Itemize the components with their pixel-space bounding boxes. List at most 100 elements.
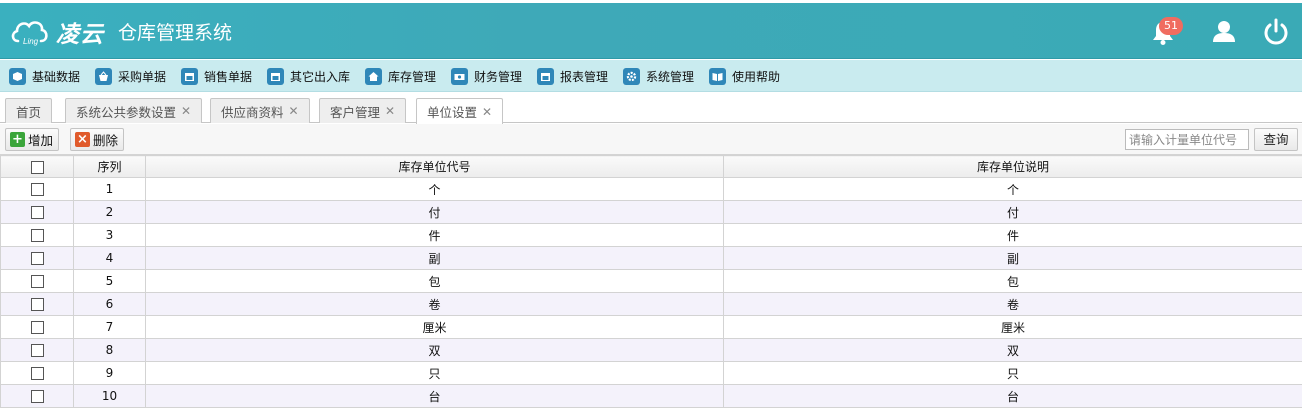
row-select-cell bbox=[0, 315, 74, 339]
menu-purchase[interactable]: 采购单据 bbox=[95, 67, 166, 85]
row-select-cell bbox=[0, 361, 74, 385]
row-checkbox[interactable] bbox=[30, 390, 44, 403]
close-icon[interactable]: ✕ bbox=[289, 104, 299, 118]
logo-text: Ling bbox=[23, 37, 39, 46]
menu-label: 财务管理 bbox=[474, 69, 523, 84]
menu-help[interactable]: 使用帮助 bbox=[709, 67, 780, 85]
column-header-code[interactable]: 库存单位代号 bbox=[145, 155, 724, 178]
cell-desc: 双 bbox=[723, 338, 1302, 362]
row-checkbox[interactable] bbox=[30, 321, 44, 334]
user-icon[interactable] bbox=[1209, 17, 1239, 47]
tab-label: 客户管理 bbox=[330, 104, 381, 120]
column-header-seq[interactable]: 序列 bbox=[73, 155, 146, 178]
cell-code: 双 bbox=[145, 338, 724, 362]
menu-label: 使用帮助 bbox=[732, 69, 781, 84]
row-select-cell bbox=[0, 269, 74, 293]
plus-icon: + bbox=[10, 132, 25, 147]
tab-label: 单位设置 bbox=[427, 105, 478, 120]
gear-icon bbox=[623, 67, 640, 85]
row-checkbox[interactable] bbox=[30, 252, 44, 265]
menu-other-io[interactable]: 其它出入库 bbox=[267, 67, 350, 85]
delete-button[interactable]: × 删除 bbox=[70, 128, 125, 151]
select-all-checkbox[interactable] bbox=[30, 160, 44, 174]
row-checkbox[interactable] bbox=[30, 298, 44, 311]
cell-code: 台 bbox=[145, 384, 724, 408]
cell-code: 卷 bbox=[145, 292, 724, 316]
cell-code: 只 bbox=[145, 361, 724, 385]
app-title: 仓库管理系统 bbox=[118, 22, 233, 44]
close-icon[interactable]: ✕ bbox=[482, 105, 492, 119]
menu-sales[interactable]: 销售单据 bbox=[181, 67, 252, 85]
cell-code: 副 bbox=[145, 246, 724, 270]
menu-reports[interactable]: 报表管理 bbox=[537, 67, 608, 85]
close-icon[interactable]: ✕ bbox=[181, 104, 191, 118]
table-row[interactable]: 5包包 bbox=[0, 269, 1302, 293]
cell-seq: 3 bbox=[73, 223, 146, 247]
cell-seq: 1 bbox=[73, 177, 146, 201]
money-icon bbox=[451, 67, 468, 85]
row-select-cell bbox=[0, 223, 74, 247]
table-row[interactable]: 7 厘米 厘米 bbox=[0, 315, 1302, 339]
table-row[interactable]: 9只只 bbox=[0, 361, 1302, 385]
menu-label: 基础数据 bbox=[32, 69, 81, 84]
calendar-icon bbox=[181, 67, 198, 85]
delete-x-icon: × bbox=[75, 132, 90, 147]
notification-badge[interactable]: 51 bbox=[1159, 17, 1183, 35]
row-select-cell bbox=[0, 200, 74, 224]
tab-system-params[interactable]: 系统公共参数设置 ✕ bbox=[65, 98, 203, 123]
toolbar: + 增加 × 删除 查询 bbox=[0, 124, 1302, 155]
row-checkbox[interactable] bbox=[30, 275, 44, 288]
row-checkbox[interactable] bbox=[30, 344, 44, 357]
row-checkbox[interactable] bbox=[30, 367, 44, 380]
table-row[interactable]: 1个个 bbox=[0, 177, 1302, 201]
table-row[interactable]: 3件件 bbox=[0, 223, 1302, 247]
brand-name: 凌云 bbox=[56, 22, 104, 48]
cell-seq: 9 bbox=[73, 361, 146, 385]
table-row[interactable]: 8双双 bbox=[0, 338, 1302, 362]
query-button[interactable]: 查询 bbox=[1254, 128, 1298, 151]
cell-desc: 副 bbox=[723, 246, 1302, 270]
row-select-cell bbox=[0, 338, 74, 362]
tab-label: 首页 bbox=[16, 104, 42, 120]
select-all-cell bbox=[0, 155, 74, 178]
menu-basic-data[interactable]: 基础数据 bbox=[9, 67, 80, 85]
menu-system[interactable]: 系统管理 bbox=[623, 67, 694, 85]
unit-code-search-input[interactable] bbox=[1125, 129, 1249, 150]
add-button[interactable]: + 增加 bbox=[5, 128, 60, 151]
cell-desc: 包 bbox=[723, 269, 1302, 293]
column-header-desc[interactable]: 库存单位说明 bbox=[723, 155, 1302, 178]
menu-inventory[interactable]: 库存管理 bbox=[365, 67, 436, 85]
cell-code: 付 bbox=[145, 200, 724, 224]
cell-seq: 8 bbox=[73, 338, 146, 362]
row-checkbox[interactable] bbox=[30, 229, 44, 242]
menu-finance[interactable]: 财务管理 bbox=[451, 67, 522, 85]
table-row[interactable]: 4副副 bbox=[0, 246, 1302, 270]
home-icon bbox=[365, 67, 382, 85]
cube-icon bbox=[9, 67, 26, 85]
table-header-row: 序列 库存单位代号 库存单位说明 bbox=[0, 155, 1302, 178]
tab-units[interactable]: 单位设置 ✕ bbox=[416, 98, 504, 124]
tab-bar: 首页 系统公共参数设置 ✕ 供应商资料 ✕ 客户管理 ✕ 单位设置 ✕ bbox=[0, 93, 1302, 124]
power-icon[interactable] bbox=[1261, 17, 1291, 47]
table-row[interactable]: 2付付 bbox=[0, 200, 1302, 224]
tab-home[interactable]: 首页 bbox=[5, 98, 53, 123]
app-header: Ling 凌云 仓库管理系统 51 bbox=[0, 3, 1302, 59]
row-checkbox[interactable] bbox=[30, 206, 44, 219]
table-row[interactable]: 6卷卷 bbox=[0, 292, 1302, 316]
basket-icon bbox=[95, 67, 112, 85]
add-label: 增加 bbox=[28, 133, 54, 148]
cell-code: 个 bbox=[145, 177, 724, 201]
delete-label: 删除 bbox=[93, 133, 119, 148]
cloud-logo-icon: Ling bbox=[11, 21, 48, 46]
tab-suppliers[interactable]: 供应商资料 ✕ bbox=[210, 98, 310, 123]
cell-seq: 10 bbox=[73, 384, 146, 408]
tab-customers[interactable]: 客户管理 ✕ bbox=[319, 98, 407, 123]
close-icon[interactable]: ✕ bbox=[385, 104, 395, 118]
cell-desc: 付 bbox=[723, 200, 1302, 224]
cell-code: 厘米 bbox=[145, 315, 724, 339]
table-row[interactable]: 10 台台 bbox=[0, 384, 1302, 408]
menu-label: 采购单据 bbox=[118, 69, 167, 84]
cell-seq: 5 bbox=[73, 269, 146, 293]
cell-code: 件 bbox=[145, 223, 724, 247]
row-checkbox[interactable] bbox=[30, 183, 44, 196]
